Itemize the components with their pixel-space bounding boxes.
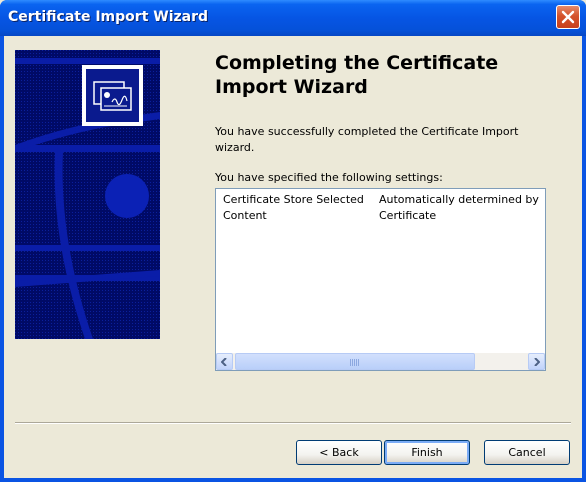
cancel-button[interactable]: Cancel (484, 440, 570, 465)
setting-value: Automatically determined by (379, 193, 539, 206)
scroll-left-button[interactable] (216, 353, 233, 370)
setting-name: Content (223, 209, 267, 222)
settings-label: You have specified the following setting… (215, 171, 443, 184)
wizard-window: Certificate Import Wizard Completing the… (0, 0, 586, 482)
page-heading: Completing the Certificate Import Wizard (215, 52, 499, 98)
thumb-grip (350, 359, 360, 366)
wizard-banner (15, 50, 160, 339)
finish-button[interactable]: Finish (384, 440, 470, 465)
setting-value: Certificate (379, 209, 437, 222)
scroll-right-button[interactable] (528, 353, 545, 370)
title-bar[interactable]: Certificate Import Wizard (0, 0, 586, 36)
close-button[interactable] (556, 5, 580, 29)
banner-graphic (15, 50, 160, 339)
horizontal-scrollbar[interactable] (216, 353, 545, 370)
back-button[interactable]: < Back (296, 440, 382, 465)
setting-name: Certificate Store Selected (223, 193, 364, 206)
certificate-icon (82, 65, 143, 126)
dialog-body: Completing the Certificate Import Wizard… (4, 36, 582, 478)
close-x-icon (561, 10, 575, 24)
window-title: Certificate Import Wizard (8, 9, 209, 25)
scrollbar-thumb[interactable] (235, 353, 475, 370)
arrow-right-icon (534, 358, 540, 366)
button-separator (15, 422, 571, 424)
completion-message: You have successfully completed the Cert… (215, 125, 519, 154)
settings-list[interactable]: Certificate Store Selected Automatically… (215, 188, 546, 371)
arrow-left-icon (221, 358, 227, 366)
